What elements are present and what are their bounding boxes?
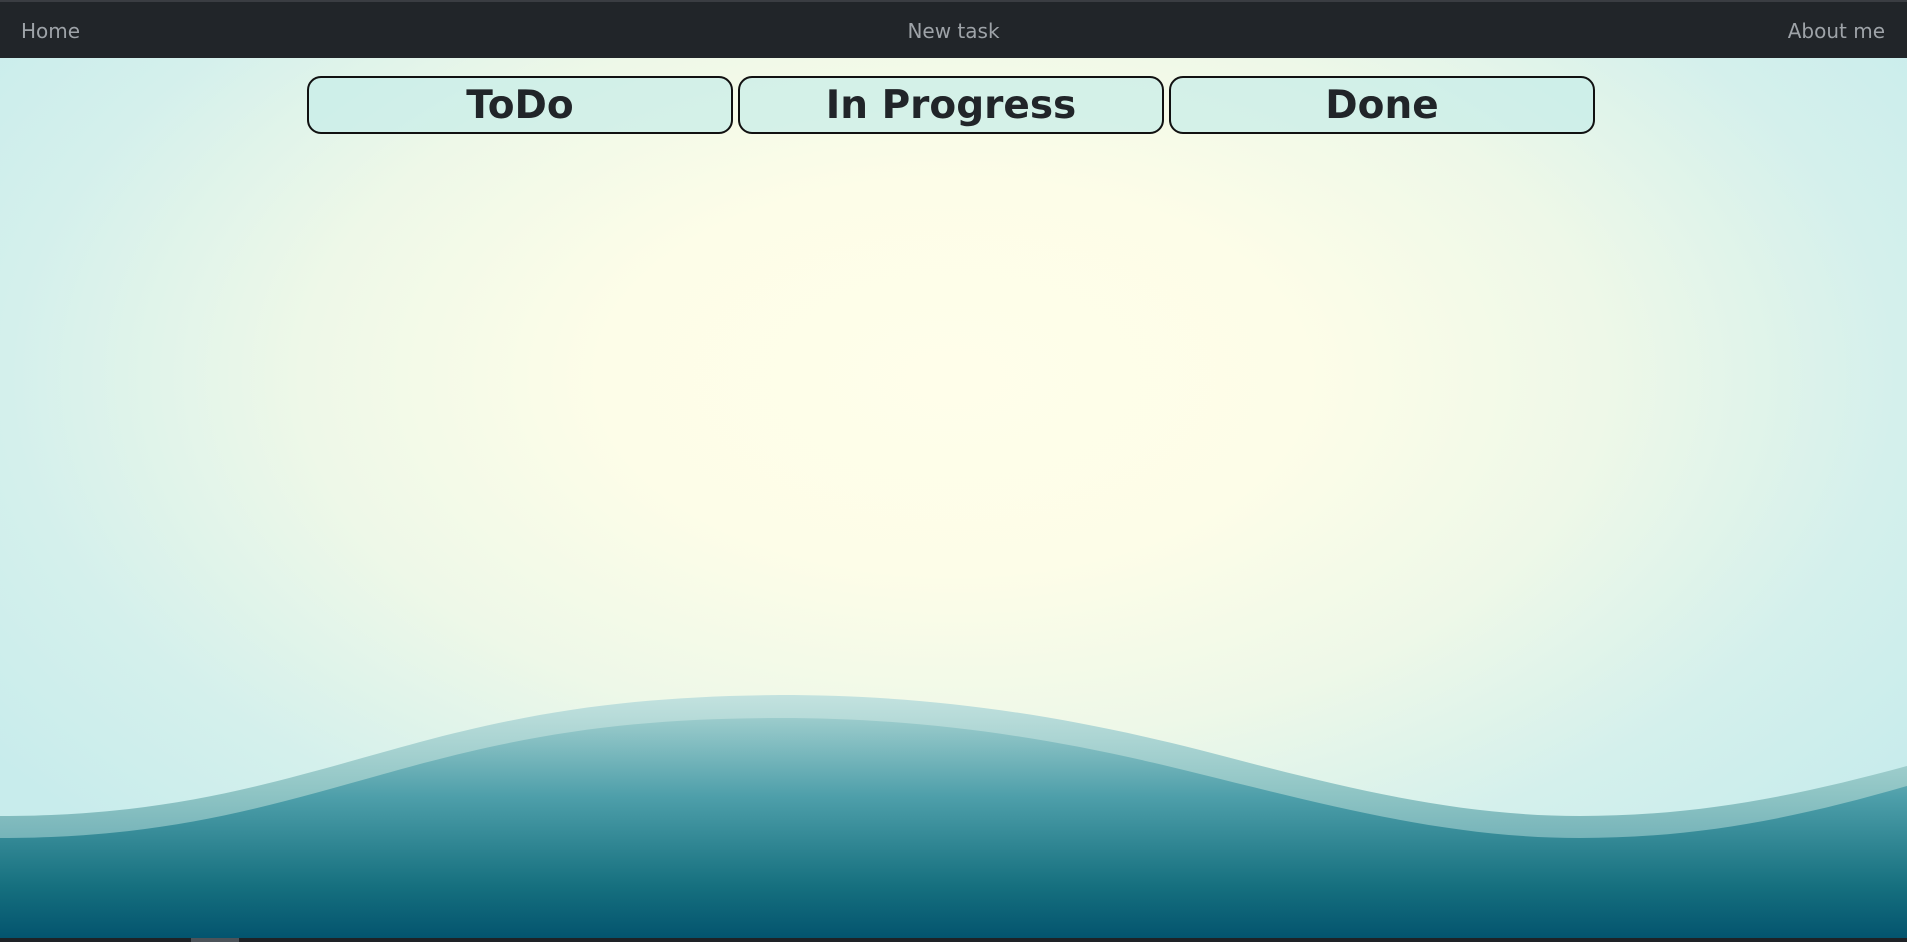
column-todo[interactable]: ToDo — [307, 76, 733, 134]
nav-new-task-container: New task — [0, 19, 1907, 43]
nav-home-link[interactable]: Home — [21, 19, 80, 43]
page-background: Home New task About me ToDo In Progress … — [0, 0, 1907, 942]
navbar: Home New task About me — [0, 0, 1907, 58]
nav-about-link[interactable]: About me — [1788, 19, 1885, 43]
nav-new-task-link[interactable]: New task — [907, 19, 999, 43]
scrollbar-thumb[interactable] — [191, 938, 239, 942]
board-columns: ToDo In Progress Done — [307, 76, 1595, 134]
column-in-progress[interactable]: In Progress — [738, 76, 1164, 134]
decorative-waves — [0, 695, 1907, 942]
horizontal-scrollbar[interactable] — [0, 938, 1907, 942]
column-done[interactable]: Done — [1169, 76, 1595, 134]
